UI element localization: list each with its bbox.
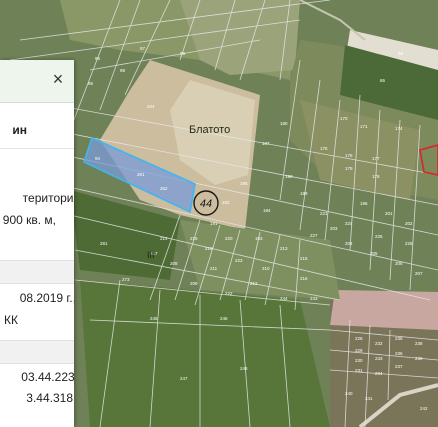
parcel-number: 214 — [160, 236, 168, 241]
parcel-number: 226 — [405, 241, 413, 246]
parcel-number: 205 — [370, 251, 378, 256]
parcel-number: 96 — [95, 56, 101, 61]
parcel-number: 261 — [137, 172, 145, 177]
parcel-number: 212 — [250, 281, 258, 286]
parcel-number: 208 — [170, 261, 178, 266]
parcel-number: 99 — [180, 51, 186, 56]
section-separator — [0, 260, 74, 284]
field-bottom-green — [80, 280, 330, 427]
parcel-number: 229 — [355, 348, 363, 353]
parcel-number: 170 — [340, 116, 348, 121]
parcel-number: 178 — [372, 174, 380, 179]
parcel-number: 245 — [150, 316, 158, 321]
parcel-number: 238 — [415, 341, 423, 346]
parcel-number: 231 — [355, 368, 363, 373]
property-title-text: ин — [12, 123, 27, 137]
parcel-number: 201 — [385, 211, 393, 216]
parcel-number: 210 — [262, 266, 270, 271]
parcel-number: 95 — [88, 81, 94, 86]
parcel-number: 219 — [190, 236, 198, 241]
parcel-number: 344 — [147, 104, 155, 109]
parcel-number: 247 — [180, 376, 188, 381]
ids-line-2-text: 3.44.318 — [26, 391, 73, 405]
close-button[interactable]: × — [50, 69, 66, 89]
parcel-number: 211 — [210, 266, 218, 271]
parcel-number: 177 — [372, 156, 380, 161]
parcel-number: 55 — [398, 51, 404, 56]
date-line-1-text: 08.2019 г., — [19, 291, 74, 305]
parcel-number: 176 — [345, 153, 353, 158]
area-line-1-text: територия — [22, 191, 74, 205]
parcel-number: 281 — [100, 241, 108, 246]
parcel-number: 180 — [280, 121, 288, 126]
panel-header: × — [0, 60, 74, 103]
parcel-number: 273 — [122, 277, 130, 282]
parcel-number: 175 — [320, 146, 328, 151]
area-line-2-text: 900 кв. м, — [2, 213, 56, 227]
parcel-number: 215 — [300, 256, 308, 261]
parcel-number: 244 — [280, 296, 288, 301]
parcel-number: 243 — [310, 296, 318, 301]
parcel-number: 246 — [220, 316, 228, 321]
parcel-number: 237 — [395, 364, 403, 369]
parcel-number: 196 — [360, 201, 368, 206]
parcel-number: 220 — [225, 236, 233, 241]
parcel-number: 216 — [300, 276, 308, 281]
parcel-number: 65 — [380, 78, 386, 83]
roman-label: III — [147, 250, 155, 260]
parcel-number: 248 — [240, 366, 248, 371]
ids-line-1-text: 03.44.223, — [21, 370, 74, 384]
parcel-number: 192 — [222, 200, 230, 205]
parcel-number: 191 — [210, 221, 218, 226]
parcel-number: 204 — [345, 241, 353, 246]
parcel-number: 202 — [405, 221, 413, 226]
parcel-number: 206 — [395, 261, 403, 266]
parcel-number: 239 — [415, 356, 423, 361]
parcel-number: 209 — [190, 281, 198, 286]
parcel-number: 190 — [285, 174, 293, 179]
parcel-number: 98 — [120, 68, 126, 73]
parcel-number: 233 — [375, 356, 383, 361]
info-panel: × ин територия 900 кв. м, 08.2019 г., КК… — [0, 60, 74, 427]
parcel-number: 94 — [95, 156, 101, 161]
parcel-number: 179 — [345, 166, 353, 171]
parcel-number: 236 — [395, 351, 403, 356]
parcel-number: 225 — [375, 234, 383, 239]
parcel-number: 187 — [262, 141, 270, 146]
parcel-number: 171 — [360, 124, 368, 129]
date-line-2-text: КК — [4, 313, 18, 327]
parcel-number: 207 — [415, 271, 423, 276]
parcel-number: 174 — [395, 126, 403, 131]
parcel-number: 195 — [240, 181, 248, 186]
parcel-number: 221 — [320, 211, 328, 216]
parcel-number: 242 — [420, 406, 428, 411]
parcel-number: 193 — [255, 236, 263, 241]
parcel-number: 232 — [375, 341, 383, 346]
divider — [0, 148, 74, 149]
parcel-number: 203 — [330, 226, 338, 231]
field-pink — [330, 290, 438, 330]
parcel-number: 234 — [375, 371, 383, 376]
parcel-number: 227 — [310, 233, 318, 238]
place-label: Блатото — [189, 124, 230, 136]
parcel-number: 223 — [235, 258, 243, 263]
parcel-number: 97 — [140, 46, 146, 51]
parcel-number: 222 — [225, 291, 233, 296]
parcel-number: 240 — [345, 391, 353, 396]
parcel-number: 194 — [263, 208, 271, 213]
parcel-number: 241 — [365, 396, 373, 401]
parcel-number: 228 — [355, 336, 363, 341]
parcel-number: 230 — [355, 358, 363, 363]
parcel-number: 224 — [345, 221, 353, 226]
parcel-number: 262 — [160, 186, 168, 191]
parcel-number: 213 — [280, 246, 288, 251]
parcel-number: 218 — [205, 246, 213, 251]
section-separator — [0, 340, 74, 364]
parcel-number: 189 — [300, 191, 308, 196]
zone-badge-label: 44 — [200, 198, 212, 210]
parcel-number: 235 — [395, 336, 403, 341]
